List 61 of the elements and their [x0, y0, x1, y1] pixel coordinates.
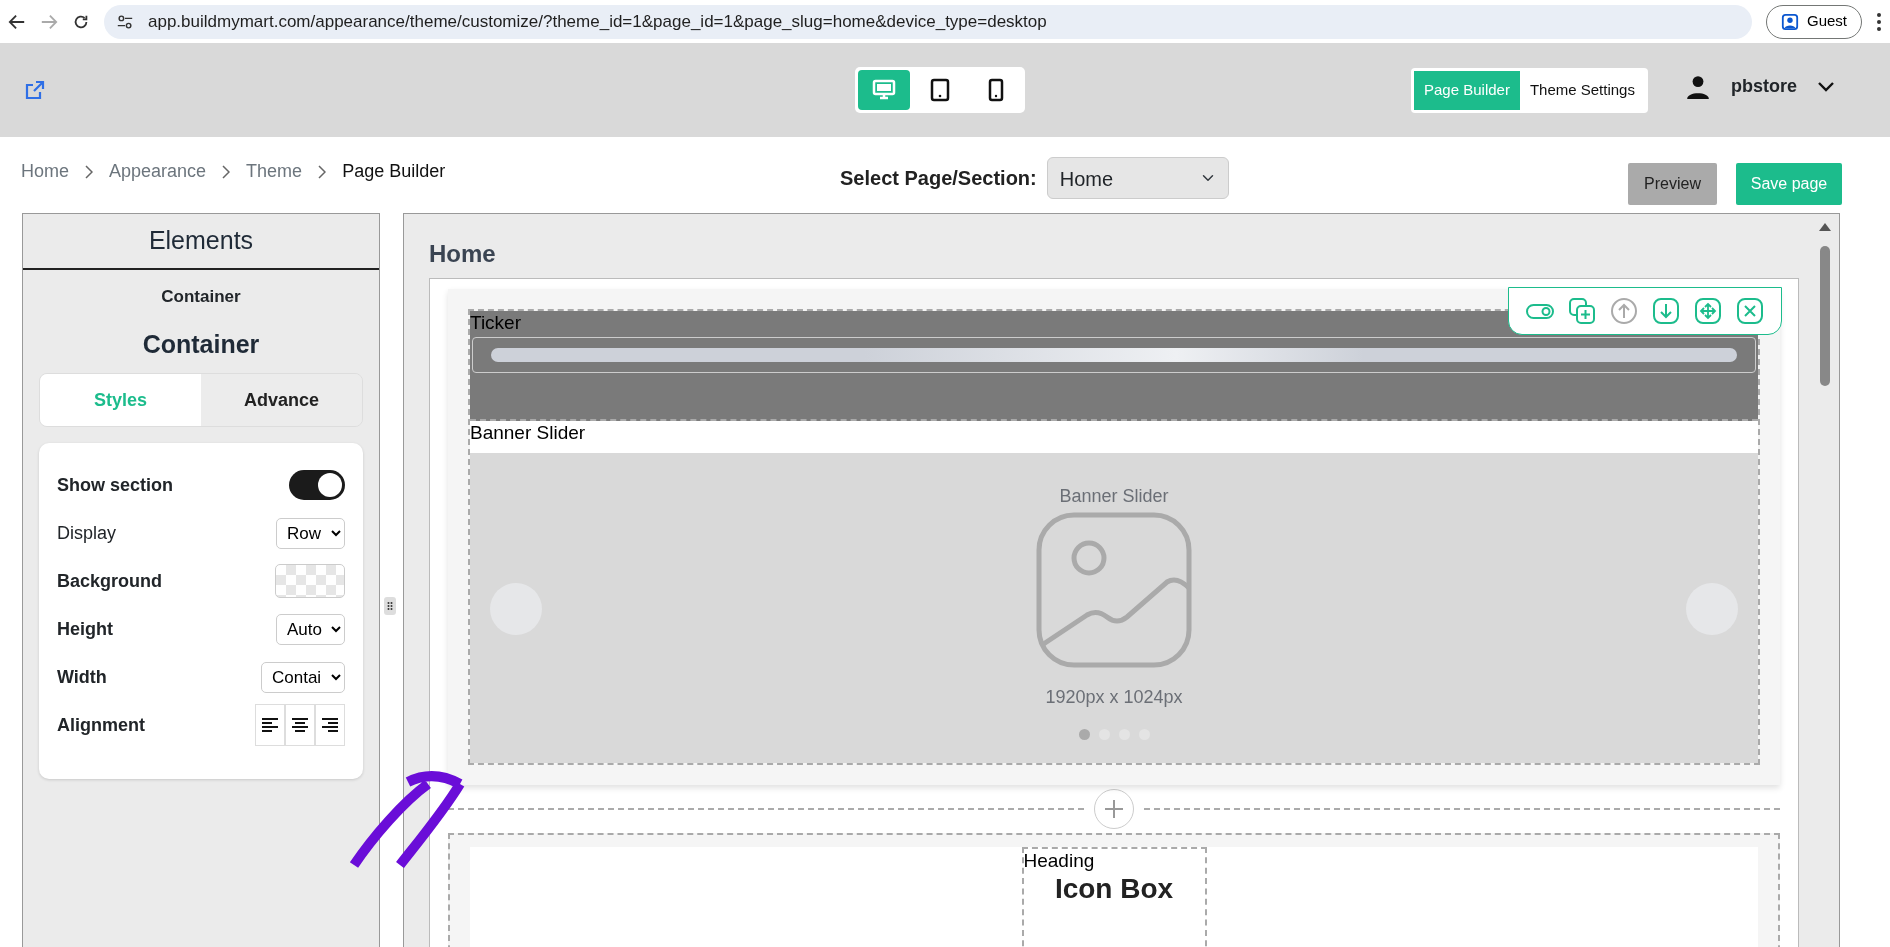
scroll-up-icon[interactable]	[1818, 222, 1832, 232]
forward-arrow-icon[interactable]	[40, 12, 58, 31]
site-settings-icon[interactable]	[116, 12, 134, 31]
align-right-button[interactable]	[315, 704, 345, 746]
close-icon[interactable]	[1735, 296, 1765, 326]
external-link-icon[interactable]	[24, 79, 46, 101]
align-center-icon	[290, 715, 310, 735]
profile-icon	[1780, 12, 1799, 31]
banner-caption: Banner Slider	[1059, 485, 1169, 508]
panel-heading: Container	[141, 328, 261, 360]
chevron-right-icon	[318, 164, 327, 179]
chevron-right-icon	[85, 164, 93, 179]
breadcrumb-link[interactable]: Theme	[246, 158, 303, 185]
tablet-icon	[928, 78, 952, 102]
setting-label: Background	[57, 569, 162, 593]
preview-button[interactable]: Preview	[1628, 163, 1717, 205]
resize-handle[interactable]	[384, 597, 396, 615]
move-icon[interactable]	[1693, 296, 1723, 326]
user-avatar-icon	[1685, 73, 1711, 100]
chevron-right-icon	[222, 164, 231, 179]
color-swatch[interactable]	[275, 564, 345, 598]
setting-label: Alignment	[57, 713, 145, 737]
align-center-button[interactable]	[285, 704, 315, 746]
slider-dot[interactable]	[1078, 729, 1090, 740]
setting-label: Width	[57, 665, 107, 689]
page-select-label: Select Page/Section:	[840, 166, 1037, 191]
scrollbar-thumb[interactable]	[1820, 246, 1830, 386]
banner-size-text: 1920px x 1024px	[1045, 686, 1183, 709]
align-left-button[interactable]	[255, 704, 285, 746]
breadcrumb-current: Page Builder	[342, 160, 446, 183]
desktop-icon	[872, 78, 896, 102]
section-label: Heading	[1023, 849, 1096, 873]
grip-dots-icon	[387, 601, 393, 611]
add-section-button[interactable]	[1094, 789, 1134, 829]
breadcrumb-link[interactable]: Home	[21, 158, 69, 185]
plus-icon	[1103, 798, 1125, 820]
arrow-down-icon[interactable]	[1651, 296, 1681, 326]
align-left-icon	[260, 715, 280, 735]
setting-select[interactable]: Contai	[261, 661, 345, 693]
align-right-icon	[320, 715, 340, 735]
toggle-switch[interactable]	[289, 470, 345, 500]
back-arrow-icon[interactable]	[8, 12, 26, 31]
panel-title: Elements	[23, 214, 379, 270]
panel-subtitle: Container	[160, 286, 242, 308]
icon-box-heading: Icon Box	[1053, 873, 1175, 905]
kebab-menu-icon[interactable]	[1876, 11, 1882, 32]
setting-label: Height	[57, 617, 113, 641]
canvas-title: Home	[429, 239, 497, 269]
username[interactable]: pbstore	[1731, 73, 1797, 100]
profile-button[interactable]: Guest	[1765, 4, 1862, 39]
setting-label: Display	[57, 521, 117, 545]
page-select[interactable]: Home	[1046, 157, 1229, 199]
duplicate-icon[interactable]	[1567, 296, 1597, 326]
setting-select[interactable]: Row	[276, 517, 345, 549]
section-label: Banner Slider	[470, 421, 587, 445]
image-placeholder-icon	[1034, 510, 1194, 670]
setting-select[interactable]: Auto	[276, 613, 345, 645]
section-label: Ticker	[470, 311, 523, 335]
breadcrumb-link[interactable]: Appearance	[109, 158, 207, 185]
chevron-down-icon[interactable]	[1817, 80, 1835, 93]
setting-label: Show section	[57, 473, 173, 497]
